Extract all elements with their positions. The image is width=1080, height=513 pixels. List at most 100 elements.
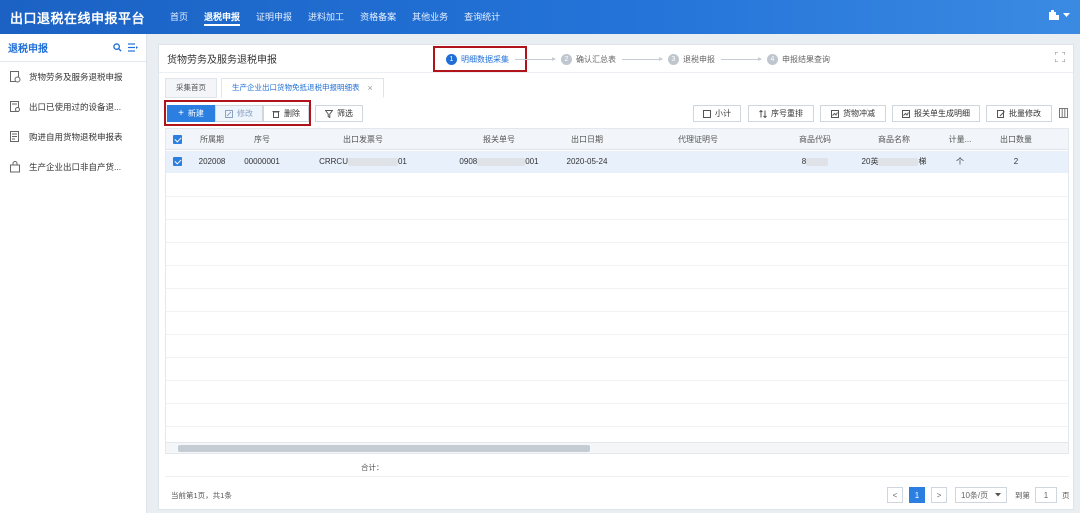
grid-line — [166, 219, 1068, 220]
column-header[interactable]: 计量... — [940, 129, 980, 150]
step-confirm-summary[interactable]: 2 确认汇总表 — [561, 53, 616, 65]
app-title: 出口退税在线申报平台 — [10, 11, 146, 26]
page-size-select[interactable]: 10条/页 — [955, 487, 1007, 503]
nav-item-qualification[interactable]: 资格备案 — [352, 0, 404, 34]
generate-button-label: 报关单生成明细 — [914, 109, 970, 118]
subtotal-button[interactable]: 小计 — [693, 105, 741, 122]
sidebar-item-non-self-produced[interactable]: 生产企业出口非自产货... — [0, 152, 146, 182]
sidebar-item-label: 出口已使用过的设备退... — [29, 102, 122, 112]
grid-line — [166, 311, 1068, 312]
nav-item-other[interactable]: 其他业务 — [404, 0, 456, 34]
grid-line — [166, 242, 1068, 243]
main-nav: 首页 退税申报 证明申报 进料加工 资格备案 其他业务 查询统计 — [162, 0, 508, 34]
step-detail-collection[interactable]: 1 明细数据采集 — [446, 53, 509, 65]
user-menu[interactable] — [1048, 9, 1070, 21]
cell-customs-no: 0908 001 — [438, 151, 560, 172]
cell-product-name: 20英 梯 — [848, 151, 940, 172]
page-1-button[interactable]: 1 — [909, 487, 925, 503]
column-header[interactable]: 出口发票号 — [288, 129, 438, 150]
row-checkbox[interactable] — [173, 157, 182, 166]
horizontal-scrollbar[interactable] — [166, 442, 1068, 453]
goto-page-input[interactable]: 1 — [1035, 487, 1057, 503]
sidebar-item-goods-services[interactable]: 货物劳务及服务退税申报 — [0, 62, 146, 92]
column-header[interactable]: 报关单号 — [438, 129, 560, 150]
filter-button[interactable]: 筛选 — [315, 105, 363, 122]
filter-button-label: 筛选 — [337, 109, 353, 118]
edit-button[interactable]: 修改 — [215, 105, 263, 122]
scrollbar-thumb[interactable] — [178, 445, 590, 452]
main-panel: 货物劳务及服务退税申报 1 明细数据采集 2 确认汇总表 3 退税申报 4 申报… — [158, 44, 1074, 510]
nav-item-home[interactable]: 首页 — [162, 0, 196, 34]
reorder-button[interactable]: 序号重排 — [748, 105, 814, 122]
edit-icon — [225, 109, 233, 118]
tab-bar: 采集首页 生产企业出口货物免抵退税申报明细表 × — [165, 78, 388, 98]
chevron-down-icon — [1063, 12, 1070, 17]
batch-edit-icon — [997, 109, 1005, 118]
table-row[interactable]: 202008 00000001 CRRCU 01 0908 001 2020-05-… — [166, 151, 1068, 173]
delete-button-label: 删除 — [284, 109, 300, 118]
invoice-prefix: CRRCU — [319, 157, 348, 166]
offset-button[interactable]: 货物冲减 — [820, 105, 886, 122]
step-label: 明细数据采集 — [461, 54, 509, 64]
sidebar-item-label: 生产企业出口非自产货... — [29, 162, 122, 172]
select-all-checkbox[interactable] — [173, 135, 182, 144]
step-arrow — [721, 56, 762, 61]
trash-icon — [272, 110, 280, 118]
plus-icon: + — [178, 108, 184, 119]
nav-item-certificate[interactable]: 证明申报 — [248, 0, 300, 34]
invoice-suffix: 01 — [397, 157, 407, 166]
step-result-query[interactable]: 4 申报结果查询 — [767, 53, 830, 65]
step-arrow — [515, 56, 556, 61]
column-header[interactable]: 代理证明号 — [614, 129, 782, 150]
step-wizard: 1 明细数据采集 2 确认汇总表 3 退税申报 4 申报结果查询 — [446, 50, 830, 68]
cell-period: 202008 — [198, 157, 226, 166]
column-header[interactable]: 商品代码 — [782, 129, 848, 150]
column-header[interactable]: 出口数量 — [980, 129, 1052, 150]
batch-edit-button-label: 批量修改 — [1009, 109, 1041, 118]
delete-button[interactable]: 删除 — [263, 105, 309, 122]
nav-item-tax-refund[interactable]: 退税申报 — [196, 0, 248, 34]
nav-item-processing[interactable]: 进料加工 — [300, 0, 352, 34]
tab-label: 采集首页 — [176, 83, 206, 92]
column-settings-icon[interactable] — [1059, 108, 1068, 118]
product-name-suffix: 梯 — [918, 157, 927, 166]
square-icon — [703, 109, 711, 118]
chart-icon — [831, 109, 839, 118]
column-header[interactable]: 序号 — [236, 129, 288, 150]
fullscreen-icon[interactable] — [1055, 52, 1065, 62]
close-icon[interactable]: × — [368, 78, 373, 98]
search-icon[interactable] — [113, 43, 122, 52]
column-header[interactable]: 所属期 — [188, 129, 236, 150]
grid-line — [166, 380, 1068, 381]
cell-seq: 00000001 — [244, 157, 280, 166]
redacted-block — [477, 157, 526, 166]
step-number: 3 — [668, 53, 679, 65]
tab-collection-home[interactable]: 采集首页 — [165, 78, 217, 98]
cell-export-date: 2020-05-24 — [566, 157, 608, 166]
step-number: 4 — [767, 53, 778, 65]
data-table: 所属期 序号 出口发票号 报关单号 出口日期 代理证明号 商品代码 商品名称 计… — [165, 128, 1069, 454]
add-button[interactable]: + 新建 — [167, 105, 215, 122]
column-header[interactable]: 商品名称 — [848, 129, 940, 150]
collapse-menu-icon[interactable] — [128, 43, 138, 52]
shield-doc-icon — [10, 71, 21, 83]
column-header[interactable]: 出口日期 — [560, 129, 614, 150]
prev-page-button[interactable]: < — [887, 487, 903, 503]
page-title: 货物劳务及服务退税申报 — [167, 55, 277, 66]
reorder-button-label: 序号重排 — [771, 109, 803, 118]
sidebar-item-used-equipment[interactable]: 出口已使用过的设备退... — [0, 92, 146, 122]
nav-item-statistics[interactable]: 查询统计 — [456, 0, 508, 34]
edit-button-label: 修改 — [237, 109, 253, 118]
tab-export-detail[interactable]: 生产企业出口货物免抵退税申报明细表 × — [221, 78, 384, 98]
batch-edit-button[interactable]: 批量修改 — [986, 105, 1052, 122]
grid-line — [166, 334, 1068, 335]
lock-doc-icon — [10, 161, 20, 173]
step-label: 申报结果查询 — [782, 54, 830, 64]
doc-list-icon — [10, 131, 19, 142]
offset-button-label: 货物冲减 — [843, 109, 875, 118]
next-page-button[interactable]: > — [931, 487, 947, 503]
generate-from-customs-button[interactable]: 报关单生成明细 — [892, 105, 980, 122]
sidebar-item-self-use-goods[interactable]: 购进自用货物退税申报表 — [0, 122, 146, 152]
page-size-value: 10条/页 — [961, 490, 989, 500]
step-tax-refund-declare[interactable]: 3 退税申报 — [668, 53, 715, 65]
